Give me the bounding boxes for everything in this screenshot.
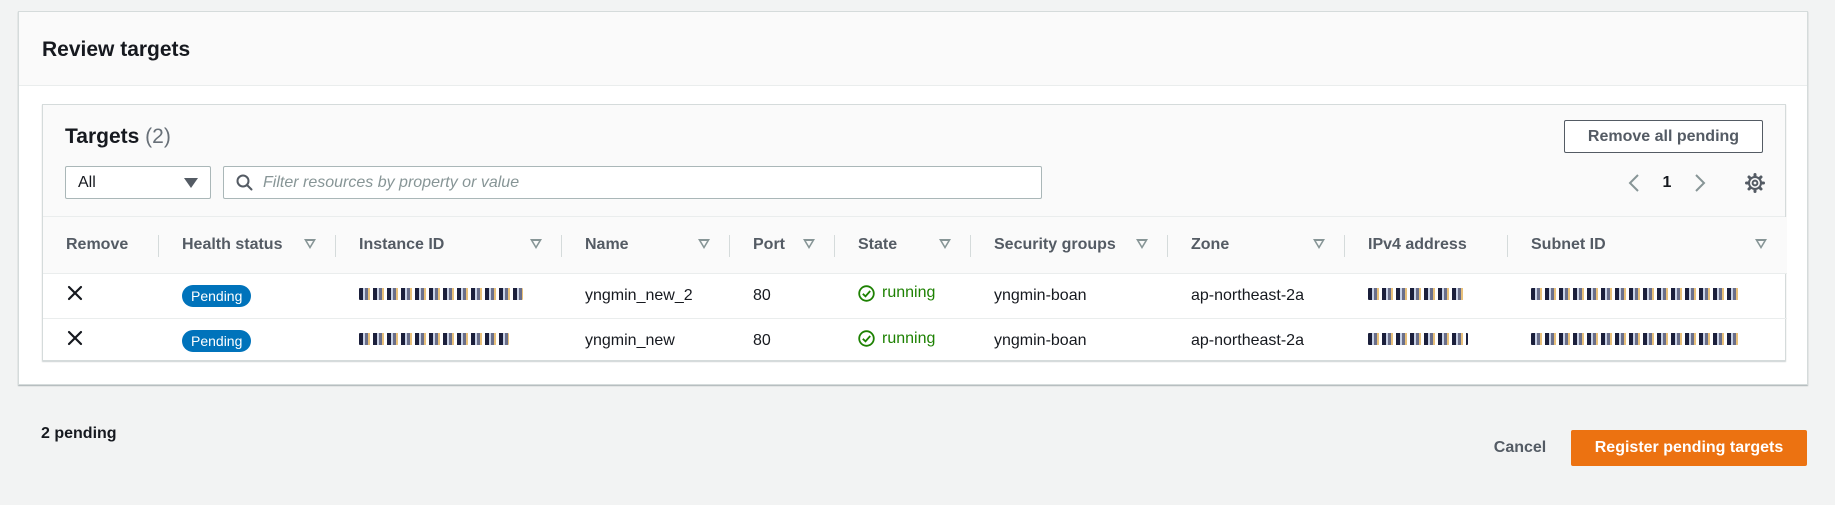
sort-caret-icon[interactable] — [803, 239, 815, 249]
close-icon[interactable] — [66, 329, 84, 347]
redacted-subnet-id — [1531, 287, 1741, 300]
search-input[interactable] — [263, 173, 1023, 192]
name-cell: yngmin_new — [585, 331, 675, 349]
targets-count: (2) — [145, 125, 171, 148]
sort-caret-icon[interactable] — [698, 239, 710, 249]
sort-caret-icon[interactable] — [1313, 239, 1325, 249]
table-header-row: Remove Health status Instance ID Name Po… — [43, 217, 1787, 274]
sort-caret-icon[interactable] — [939, 239, 951, 249]
pagination-page-number[interactable]: 1 — [1645, 174, 1689, 192]
sort-caret-icon[interactable] — [1136, 239, 1148, 249]
zone-cell: ap-northeast-2a — [1191, 331, 1304, 349]
security-group-cell: yngmin-boan — [971, 273, 1168, 319]
cancel-button[interactable]: Cancel — [1480, 430, 1560, 466]
security-group-cell: yngmin-boan — [994, 331, 1087, 349]
zone-cell: ap-northeast-2a — [1168, 273, 1345, 319]
pagination-next-button[interactable] — [1689, 166, 1711, 199]
sort-caret-icon[interactable] — [530, 239, 542, 249]
panel-body: Targets (2) Remove all pending All Filte… — [19, 86, 1807, 361]
subnet-cell — [1508, 273, 1787, 319]
status-badge: Pending — [182, 284, 252, 307]
ipv4-cell — [1345, 273, 1508, 319]
caret-down-icon — [184, 178, 198, 188]
chevron-left-icon — [1628, 173, 1639, 192]
table-row: Pending yngmin_new_2 80 running yngmin-b… — [43, 273, 1787, 319]
targets-table-header: Targets (2) Remove all pending All Filte… — [43, 105, 1785, 217]
state-cell: running — [835, 318, 971, 363]
column-header-instance-id[interactable]: Instance ID — [336, 217, 562, 274]
column-header-subnet-id[interactable]: Subnet ID — [1508, 217, 1787, 274]
check-circle-icon — [858, 285, 875, 302]
state-text: running — [882, 284, 936, 302]
close-icon[interactable] — [66, 284, 84, 302]
chevron-right-icon — [1695, 173, 1706, 192]
state-text: running — [882, 329, 936, 347]
state-cell: running — [835, 273, 971, 319]
gear-icon — [1745, 172, 1765, 193]
column-header-zone[interactable]: Zone — [1168, 217, 1345, 274]
sort-caret-icon[interactable] — [1755, 239, 1767, 249]
filter-select[interactable]: All — [65, 166, 211, 199]
redacted-instance-id — [359, 332, 509, 345]
column-header-port[interactable]: Port — [730, 217, 835, 274]
remove-cell — [43, 318, 159, 363]
column-header-security-groups[interactable]: Security groups — [971, 217, 1168, 274]
column-header-name[interactable]: Name — [562, 217, 730, 274]
register-pending-targets-button[interactable]: Register pending targets — [1571, 430, 1807, 466]
filter-select-value: All — [78, 173, 96, 191]
redacted-ipv4 — [1368, 287, 1464, 300]
table-row: Pending yngmin_new 80 running yngmin-boa… — [43, 318, 1787, 363]
pagination-prev-button[interactable] — [1623, 166, 1645, 199]
health-cell: Pending — [159, 318, 336, 363]
panel-header: Review targets — [19, 12, 1807, 86]
remove-all-pending-button[interactable]: Remove all pending — [1564, 120, 1763, 153]
sort-caret-icon[interactable] — [304, 239, 316, 249]
pagination: 1 — [1623, 166, 1765, 199]
search-box[interactable] — [223, 166, 1042, 199]
preferences-button[interactable] — [1745, 172, 1765, 193]
instance-id-cell — [336, 273, 562, 319]
remove-cell — [43, 273, 159, 319]
health-cell: Pending — [159, 273, 336, 319]
column-header-remove: Remove — [43, 217, 159, 274]
targets-table: Remove Health status Instance ID Name Po… — [43, 217, 1787, 363]
port-cell: 80 — [730, 273, 835, 319]
check-circle-icon — [858, 330, 875, 347]
pending-count: 2 pending — [41, 425, 117, 442]
subnet-cell — [1508, 318, 1787, 363]
status-badge: Pending — [182, 329, 252, 352]
search-icon — [236, 174, 253, 191]
column-header-health-status[interactable]: Health status — [159, 217, 336, 274]
redacted-ipv4 — [1368, 332, 1468, 345]
column-header-state[interactable]: State — [835, 217, 971, 274]
targets-title-label: Targets — [65, 125, 140, 148]
redacted-subnet-id — [1531, 332, 1741, 345]
panel-title: Review targets — [42, 38, 191, 61]
review-targets-panel: Review targets Targets (2) Remove all pe… — [18, 11, 1808, 385]
port-cell: 80 — [753, 331, 771, 349]
name-cell: yngmin_new_2 — [562, 273, 730, 319]
column-header-ipv4-address: IPv4 address — [1345, 217, 1508, 274]
instance-id-cell — [336, 318, 562, 363]
targets-title: Targets (2) — [65, 125, 171, 149]
redacted-instance-id — [359, 287, 523, 300]
targets-table-container: Targets (2) Remove all pending All Filte… — [42, 104, 1787, 363]
ipv4-cell — [1345, 318, 1508, 363]
